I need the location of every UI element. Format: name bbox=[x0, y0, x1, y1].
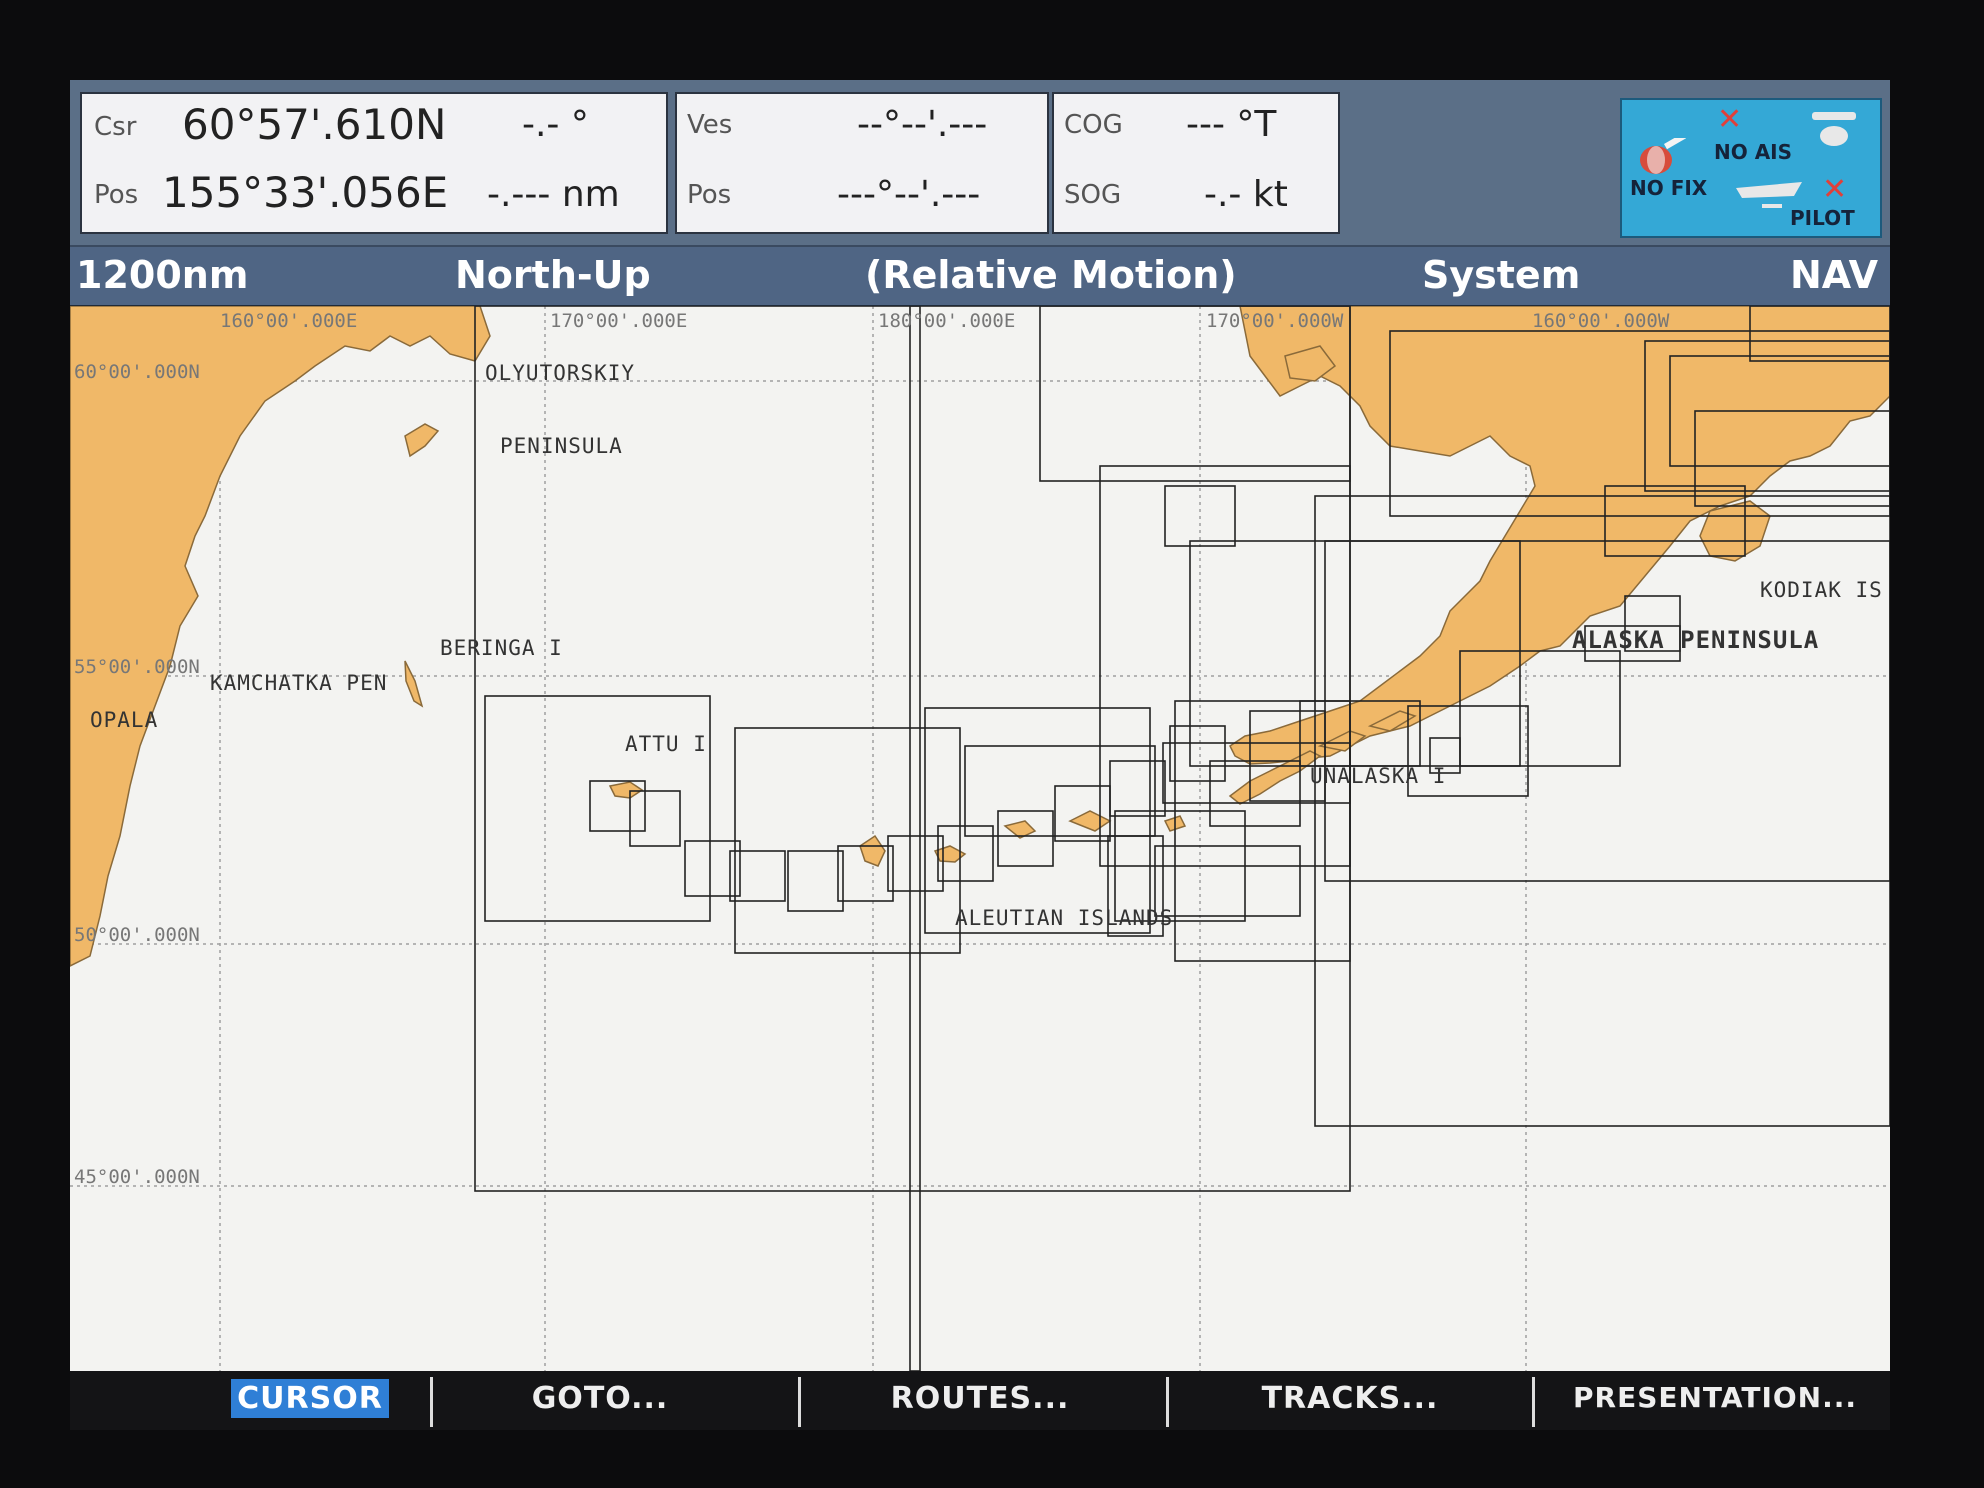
cursor-range: -.--- nm bbox=[487, 174, 620, 215]
cursor-latitude: 60°57'.610N bbox=[182, 100, 447, 149]
pos-label: Pos bbox=[94, 180, 139, 210]
place-olyutorskiy: OLYUTORSKIY bbox=[485, 361, 636, 385]
vessel-pos-label: Pos bbox=[687, 180, 732, 210]
tracks-softkey[interactable]: TRACKS... bbox=[1200, 1381, 1500, 1425]
cog-sog-box[interactable]: COG --- °T SOG -.- kt bbox=[1052, 92, 1340, 234]
cursor-softkey-label: CURSOR bbox=[231, 1379, 389, 1418]
cursor-bearing: -.- ° bbox=[522, 104, 589, 145]
sog-label: SOG bbox=[1064, 180, 1122, 210]
softkey-divider bbox=[1166, 1377, 1169, 1427]
top-data-panel: Csr 60°57'.610N -.- ° Pos 155°33'.056E -… bbox=[70, 80, 1890, 245]
vessel-longitude: ---°--'.--- bbox=[837, 174, 981, 215]
lat-label-45n: 45°00'.000N bbox=[74, 1166, 200, 1188]
place-alaska-peninsula: ALASKA PENINSULA bbox=[1572, 626, 1820, 654]
lon-label-170w: 170°00'.000W bbox=[1206, 310, 1344, 332]
cursor-longitude: 155°33'.056E bbox=[162, 168, 449, 217]
range-scale[interactable]: 1200nm bbox=[76, 253, 248, 297]
presentation-softkey[interactable]: PRESENTATION... bbox=[1550, 1381, 1880, 1425]
chart-status-bar: 1200nm North-Up (Relative Motion) System… bbox=[70, 245, 1890, 308]
place-attu: ATTU I bbox=[625, 732, 707, 756]
system-mode[interactable]: System bbox=[1422, 253, 1580, 297]
place-opala: OPALA bbox=[90, 708, 159, 732]
lon-label-170e: 170°00'.000E bbox=[550, 310, 688, 332]
lat-label-55n: 55°00'.000N bbox=[74, 656, 200, 678]
ais-cross-icon: ✕ bbox=[1717, 102, 1743, 137]
place-peninsula: PENINSULA bbox=[500, 434, 623, 458]
lon-label-160e: 160°00'.000E bbox=[220, 310, 358, 332]
chart-canvas[interactable] bbox=[70, 306, 1890, 1371]
sensor-status-box[interactable]: ✕ NO AIS NO FIX ✕ PILOT bbox=[1620, 98, 1882, 238]
sog-value: -.- kt bbox=[1204, 174, 1288, 215]
ves-label: Ves bbox=[687, 110, 733, 140]
softkey-divider bbox=[798, 1377, 801, 1427]
softkey-divider bbox=[1532, 1377, 1535, 1427]
csr-label: Csr bbox=[94, 112, 137, 142]
chart-coverage-outlines bbox=[474, 306, 1890, 1371]
nautical-chart[interactable]: 160°00'.000E 170°00'.000E 180°00'.000E 1… bbox=[70, 306, 1890, 1371]
vessel-latitude: --°--'.--- bbox=[857, 104, 988, 145]
place-aleutian-islands: ALEUTIAN ISLANDS bbox=[955, 906, 1174, 930]
cog-value: --- °T bbox=[1186, 104, 1277, 145]
softkey-divider bbox=[430, 1377, 433, 1427]
motion-mode[interactable]: (Relative Motion) bbox=[865, 253, 1237, 297]
no-ais-label: NO AIS bbox=[1714, 140, 1793, 164]
cursor-position-box[interactable]: Csr 60°57'.610N -.- ° Pos 155°33'.056E -… bbox=[80, 92, 668, 234]
vessel-position-box[interactable]: Ves --°--'.--- Pos ---°--'.--- bbox=[675, 92, 1049, 234]
gps-satellite-icon bbox=[1640, 138, 1687, 174]
place-kamchatka: KAMCHATKA PEN bbox=[210, 671, 388, 695]
radar-dish-icon bbox=[1812, 112, 1856, 146]
orientation-mode[interactable]: North-Up bbox=[455, 253, 651, 297]
pilot-label: PILOT bbox=[1790, 206, 1855, 230]
chartplotter-screen: Csr 60°57'.610N -.- ° Pos 155°33'.056E -… bbox=[70, 80, 1890, 1430]
cog-label: COG bbox=[1064, 110, 1123, 140]
nav-mode[interactable]: NAV bbox=[1790, 253, 1878, 297]
place-kodiak: KODIAK IS bbox=[1760, 578, 1883, 602]
pilot-cross-icon: ✕ bbox=[1822, 172, 1848, 207]
goto-softkey[interactable]: GOTO... bbox=[470, 1381, 730, 1425]
no-fix-label: NO FIX bbox=[1630, 176, 1708, 200]
place-beringa: BERINGA I bbox=[440, 636, 563, 660]
cursor-softkey[interactable]: CURSOR bbox=[220, 1379, 400, 1425]
routes-softkey[interactable]: ROUTES... bbox=[830, 1381, 1130, 1425]
lon-label-160w: 160°00'.000W bbox=[1532, 310, 1670, 332]
soft-key-bar: CURSOR GOTO... ROUTES... TRACKS... PRESE… bbox=[70, 1371, 1890, 1430]
lat-label-50n: 50°00'.000N bbox=[74, 924, 200, 946]
lon-label-180: 180°00'.000E bbox=[878, 310, 1016, 332]
place-unalaska: UNALASKA I bbox=[1310, 764, 1447, 788]
lat-label-60n: 60°00'.000N bbox=[74, 361, 200, 383]
